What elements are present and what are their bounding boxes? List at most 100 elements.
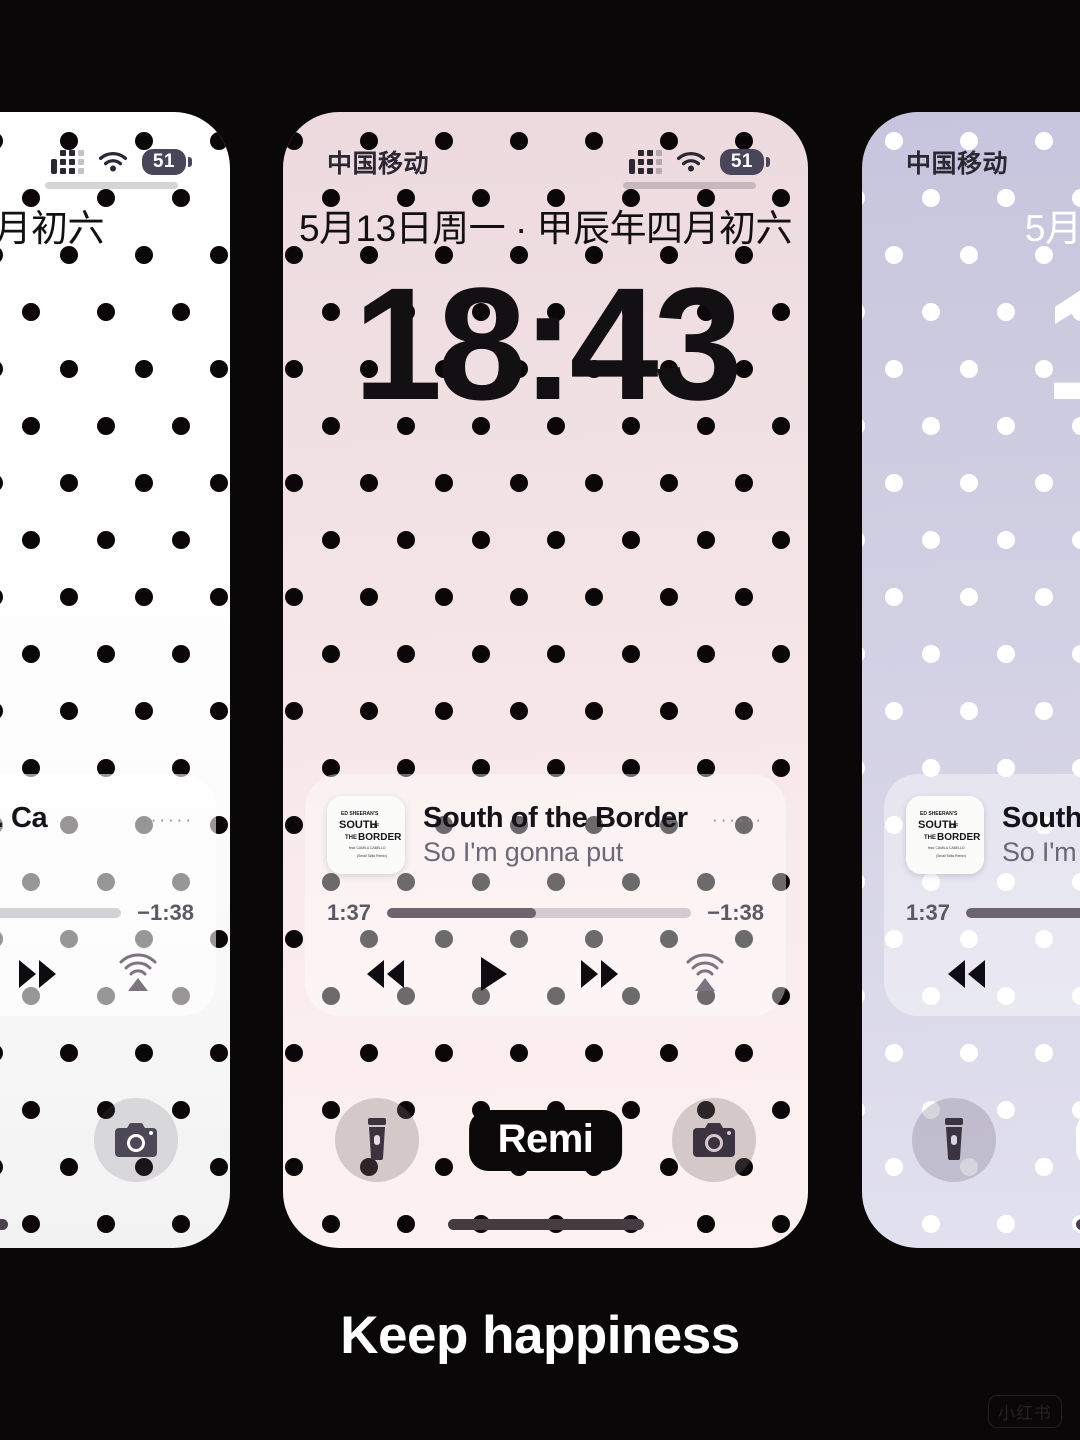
carrier-label-center: 中国移动 <box>327 150 430 178</box>
remaining-time-left: −1:38 <box>137 900 194 925</box>
wallpaper-dot <box>547 645 565 663</box>
svg-text:THE: THE <box>345 835 357 841</box>
svg-text:feat. CAMILA CABELLO: feat. CAMILA CABELLO <box>928 846 965 850</box>
wallpaper-dot <box>284 930 303 948</box>
wallpaper-dot <box>862 759 865 777</box>
home-indicator-center <box>447 1219 644 1230</box>
owner-name-pill-center: Remi <box>468 1109 623 1171</box>
forward-button-left[interactable] <box>0 956 87 992</box>
date-label-right: 5月13日周一 <box>1024 208 1080 249</box>
music-widget-center[interactable]: ED SHEERAN'S SOUTH OF THE BORDER feat. C… <box>305 774 786 1016</box>
wallpaper-dot <box>172 417 190 435</box>
svg-text:OF: OF <box>371 824 380 830</box>
wallpaper-dot <box>284 1044 303 1062</box>
flashlight-button-center[interactable] <box>335 1098 419 1182</box>
wallpaper-dot <box>547 531 565 549</box>
wallpaper-dot <box>172 531 190 549</box>
wallpaper-dot <box>772 531 790 549</box>
wallpaper-dot <box>1072 645 1080 663</box>
wallpaper-dot <box>0 588 3 606</box>
progress-bar-right[interactable] <box>966 908 1080 918</box>
music-widget-left[interactable]: ED SHEERAN'S SOUTH OF THE BORDER feat. C… <box>0 774 216 1016</box>
wallpaper-dot <box>59 1044 78 1062</box>
wallpaper-dot <box>659 702 678 720</box>
wallpaper-dot <box>734 702 753 720</box>
svg-text:BORDER: BORDER <box>937 832 981 843</box>
wallpaper-dot <box>862 531 865 549</box>
track-subtitle-right: So I'm go <box>1002 837 1080 867</box>
cellular-icon <box>628 150 662 174</box>
wallpaper-dot <box>584 588 603 606</box>
wallpaper-dot <box>397 645 415 663</box>
clock-label-left: 42 <box>0 258 118 431</box>
rewind-button-center[interactable] <box>333 956 439 992</box>
wallpaper-dot <box>884 474 903 492</box>
wallpaper-dot <box>284 702 303 720</box>
quick-actions-left: i <box>0 1094 230 1186</box>
wallpaper-dot <box>59 588 78 606</box>
wallpaper-dot <box>359 474 378 492</box>
wallpaper-dot <box>359 702 378 720</box>
wallpaper-dot <box>862 303 865 321</box>
status-bar-right: 中国移动 <box>862 140 1080 184</box>
music-widget-right[interactable]: ED SHEERAN'S SOUTH OF THE BORDER feat. C… <box>884 774 1080 1016</box>
track-title-center: South of the Border (feat. Ca <box>423 802 694 834</box>
home-indicator-right <box>1076 1219 1080 1230</box>
remaining-time-center: −1:38 <box>707 900 764 925</box>
wallpaper-dot <box>697 1215 715 1233</box>
battery-badge-left: 51 <box>141 149 186 175</box>
wallpaper-dot <box>1034 1044 1053 1062</box>
svg-text:ED SHEERAN'S: ED SHEERAN'S <box>920 811 958 817</box>
flashlight-button-right[interactable] <box>912 1098 996 1182</box>
svg-text:BORDER: BORDER <box>358 832 402 843</box>
play-button-center[interactable] <box>439 952 545 996</box>
album-art-center: ED SHEERAN'S SOUTH OF THE BORDER feat. C… <box>327 796 405 874</box>
album-art-right: ED SHEERAN'S SOUTH OF THE BORDER feat. C… <box>906 796 984 874</box>
cellular-icon <box>50 150 84 174</box>
svg-text:feat. CAMILA CABELLO: feat. CAMILA CABELLO <box>349 846 386 850</box>
elapsed-time-right: 1:37 <box>906 900 951 925</box>
wallpaper-dot <box>959 474 978 492</box>
wallpaper-dot <box>509 474 528 492</box>
poster-caption: Keep happiness <box>340 1306 740 1365</box>
wallpaper-dot <box>359 588 378 606</box>
wallpaper-dot <box>772 1215 790 1233</box>
wallpaper-dot <box>734 474 753 492</box>
wallpaper-dot <box>734 588 753 606</box>
wallpaper-dot <box>209 246 228 264</box>
more-options-icon[interactable]: ······ <box>142 810 194 830</box>
airplay-icon[interactable] <box>652 952 758 996</box>
status-bar-left: 中国移动 51 <box>0 140 230 184</box>
progress-bar-center[interactable] <box>387 908 692 918</box>
track-subtitle-left: t <box>0 837 124 868</box>
wallpaper-dot <box>659 1044 678 1062</box>
wallpaper-dot <box>659 588 678 606</box>
wallpaper-dot <box>97 645 115 663</box>
wallpaper-dot <box>862 645 865 663</box>
wallpaper-dot <box>862 987 865 1005</box>
wallpaper-dot <box>0 1044 3 1062</box>
wallpaper-dot <box>134 360 153 378</box>
wallpaper-dot <box>359 1044 378 1062</box>
wallpaper-dot <box>997 531 1015 549</box>
airplay-icon[interactable] <box>87 952 188 996</box>
status-underline-left <box>45 182 178 189</box>
quick-actions-center: Remi <box>283 1094 808 1186</box>
wallpaper-dot <box>884 588 903 606</box>
app-watermark: 小红书 <box>988 1395 1062 1428</box>
wallpaper-dot <box>0 702 3 720</box>
more-options-icon[interactable]: ······ <box>712 810 764 830</box>
wallpaper-dot <box>134 1044 153 1062</box>
wallpaper-dot <box>134 588 153 606</box>
wallpaper-dot <box>509 1044 528 1062</box>
wallpaper-dot <box>959 702 978 720</box>
rewind-button-right[interactable] <box>912 956 1023 992</box>
wallpaper-dot <box>922 1215 940 1233</box>
camera-button-left[interactable] <box>94 1098 178 1182</box>
camera-button-center[interactable] <box>672 1098 756 1182</box>
wallpaper-dot <box>59 702 78 720</box>
wallpaper-dot <box>922 531 940 549</box>
progress-bar-left[interactable] <box>0 908 122 918</box>
forward-button-center[interactable] <box>546 956 652 992</box>
phone-mockup-center: 中国移动 51 5月13日周一 · 甲辰年四月初六 18:43 ED SHEER… <box>283 112 808 1248</box>
